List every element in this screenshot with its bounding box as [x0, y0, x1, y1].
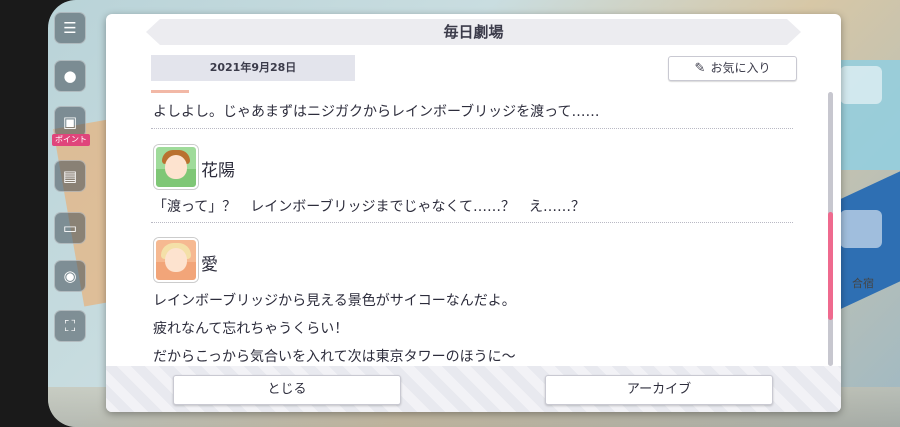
daily-theater-dialog: 毎日劇場 2021年9月28日 ✎ お気に入り よしよし。じゃあまずはニジガクから…	[106, 14, 841, 412]
divider	[151, 222, 793, 223]
camera-icon[interactable]: ◉	[54, 260, 86, 292]
message-line: 「渡って」？ レインボーブリッジまでじゃなくて……？ え……？	[153, 199, 586, 215]
speaker-name: 花陽	[201, 161, 235, 181]
scrollbar-track[interactable]	[828, 92, 833, 366]
menu-icon[interactable]: ☰	[54, 12, 86, 44]
date-label: 2021年9月28日	[151, 55, 355, 81]
archive-button[interactable]: アーカイブ	[545, 375, 773, 405]
screen-icon[interactable]: ▭	[54, 212, 86, 244]
close-button[interactable]: とじる	[173, 375, 401, 405]
message-line: 疲れなんて忘れちゃうくらい！	[153, 321, 349, 337]
favorite-label: お気に入り	[710, 61, 771, 75]
fullscreen-icon[interactable]: ⛶	[54, 310, 86, 342]
dialog-title: 毎日劇場	[146, 19, 801, 45]
message-line: よしよし。じゃあまずはニジガクからレインボーブリッジを渡って……	[153, 104, 600, 120]
ai-avatar	[154, 238, 198, 282]
divider	[151, 128, 793, 129]
message-line: レインボーブリッジから見える景色がサイコーなんだよ。	[153, 293, 516, 309]
speaker-name: 愛	[201, 255, 218, 275]
chat-icon[interactable]: ●	[54, 60, 86, 92]
scrollbar-thumb[interactable]	[828, 212, 833, 320]
pin-icon: ✎	[694, 61, 706, 76]
gift-icon[interactable]: ▤	[54, 160, 86, 192]
point-badge: ポイント	[52, 134, 90, 146]
right-menu-tile[interactable]	[840, 210, 882, 248]
right-menu-tile[interactable]	[840, 66, 882, 104]
message-line: だからこっから気合いを入れて次は東京タワーのほうに～	[153, 349, 516, 365]
hanayo-avatar	[154, 145, 198, 189]
accent-strip	[151, 90, 189, 93]
camp-label: 合宿	[852, 277, 874, 290]
story-scroll-area[interactable]: よしよし。じゃあまずはニジガクからレインボーブリッジを渡って…… 花陽 「渡って…	[151, 90, 796, 370]
favorite-button[interactable]: ✎ お気に入り	[668, 56, 797, 81]
